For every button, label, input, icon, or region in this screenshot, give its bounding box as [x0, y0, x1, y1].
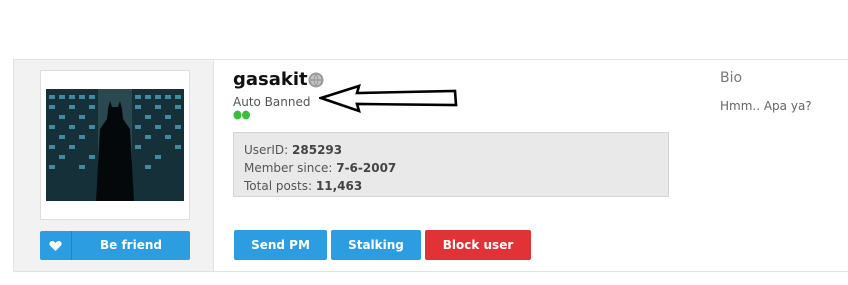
bio-heading: Bio	[720, 70, 743, 86]
avatar[interactable]	[46, 89, 184, 201]
heart-icon	[40, 231, 72, 260]
user-stats-box: UserID: 285293 Member since: 7-6-2007 To…	[233, 132, 669, 197]
total-posts-label: Total posts:	[244, 179, 313, 193]
profile-sidebar: Be friend	[14, 60, 214, 271]
member-since-row: Member since: 7-6-2007	[244, 159, 658, 177]
be-friend-button[interactable]: Be friend	[40, 231, 190, 260]
userid-value: 285293	[292, 143, 343, 157]
bio-text: Hmm.. Apa ya?	[720, 99, 812, 113]
userid-row: UserID: 285293	[244, 141, 658, 159]
send-pm-button[interactable]: Send PM	[234, 230, 327, 260]
avatar-frame	[40, 70, 190, 220]
annotation-arrow-icon	[319, 84, 458, 114]
member-since-value: 7-6-2007	[336, 161, 397, 175]
profile-panel: Be friend gasakit Auto Banned UserID: 28…	[13, 59, 848, 272]
stalking-button[interactable]: Stalking	[331, 230, 421, 260]
member-since-label: Member since:	[244, 161, 333, 175]
block-user-button[interactable]: Block user	[425, 230, 531, 260]
profile-username: gasakit	[233, 69, 308, 90]
usertitle: Auto Banned	[233, 95, 311, 109]
reputation-icon	[233, 110, 250, 120]
total-posts-row: Total posts: 11,463	[244, 177, 658, 195]
userid-label: UserID:	[244, 143, 289, 157]
be-friend-label: Be friend	[100, 238, 162, 252]
total-posts-value: 11,463	[315, 179, 363, 193]
